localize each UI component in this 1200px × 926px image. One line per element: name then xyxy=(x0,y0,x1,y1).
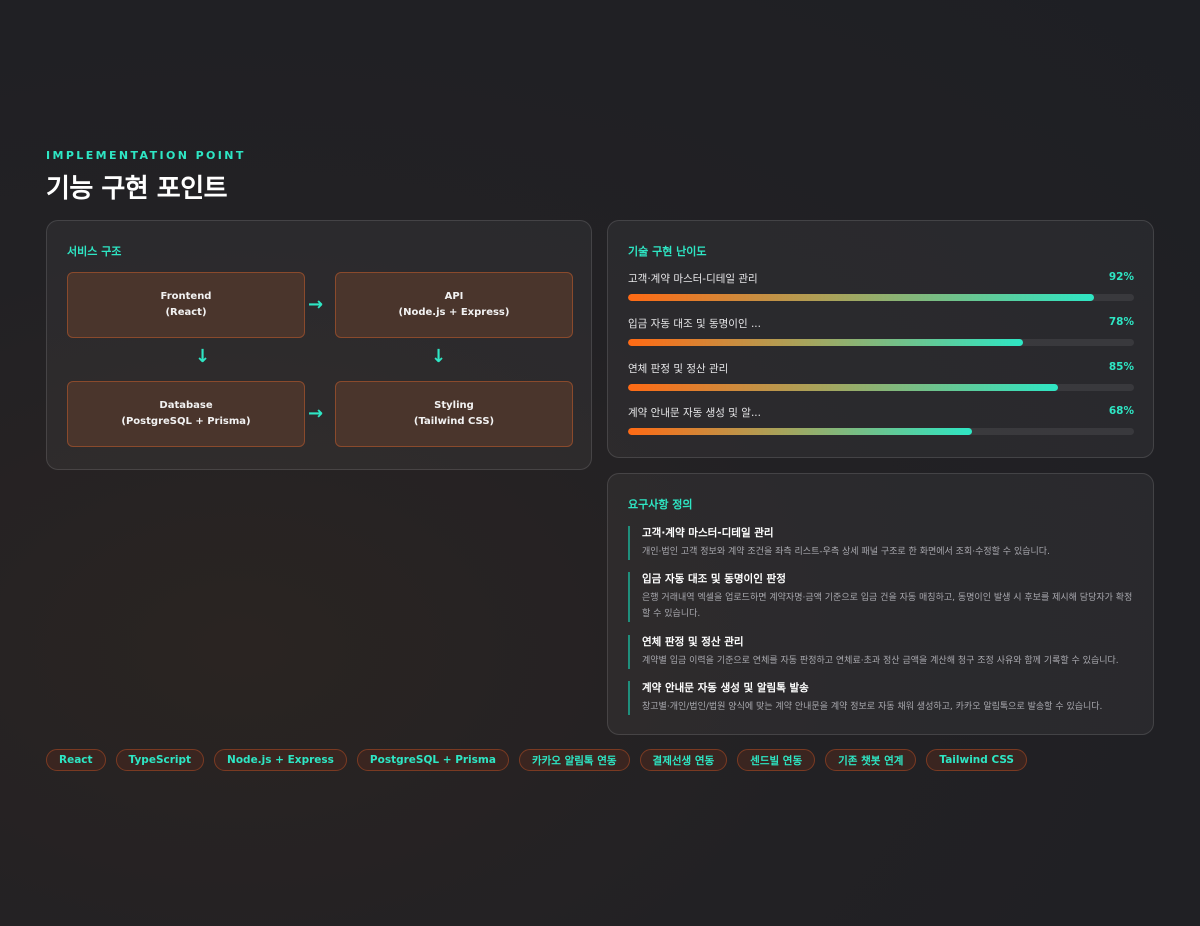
tech-tag: 기존 챗봇 연계 xyxy=(825,749,917,771)
requirement-desc: 계약별 입금 이력을 기준으로 연체를 자동 판정하고 연체료·초과 정산 금액… xyxy=(642,656,1119,666)
requirement-title: 입금 자동 대조 및 동명이인 판정 xyxy=(642,573,786,585)
node-database: Database (PostgreSQL + Prisma) xyxy=(67,381,305,447)
node-styling: Styling (Tailwind CSS) xyxy=(335,381,573,447)
skill-progress-track xyxy=(628,384,1134,391)
requirement-desc: 개인·법인 고객 정보와 계약 조건을 좌측 리스트-우측 상세 패널 구조로 … xyxy=(642,547,1050,557)
requirements-title: 요구사항 정의 xyxy=(628,498,693,511)
skill-label: 고객·계약 마스터-디테일 관리 xyxy=(628,273,758,285)
node-styling-detail: (Tailwind CSS) xyxy=(413,416,495,427)
skill-progress-track xyxy=(628,339,1134,346)
skill-percent: 85% xyxy=(1108,361,1134,373)
skill-label: 계약 안내문 자동 생성 및 알... xyxy=(628,407,761,419)
requirement-item: 입금 자동 대조 및 동명이인 판정 은행 거래내역 엑셀을 업로드하면 계약자… xyxy=(628,572,1134,622)
requirement-title: 고객·계약 마스터-디테일 관리 xyxy=(642,527,774,539)
arrow-right-icon: → xyxy=(308,403,324,424)
requirement-item: 고객·계약 마스터-디테일 관리 개인·법인 고객 정보와 계약 조건을 좌측 … xyxy=(628,526,1134,560)
node-frontend-name: Frontend xyxy=(160,291,212,302)
node-api-detail: (Node.js + Express) xyxy=(398,307,510,318)
tech-tag: React xyxy=(46,749,106,771)
architecture-panel: 서비스 구조 Frontend (React) API (Node.js + E… xyxy=(46,220,592,470)
page-title: 기능 구현 포인트 xyxy=(46,174,228,204)
node-frontend-detail: (React) xyxy=(165,307,207,318)
section-eyebrow: IMPLEMENTATION POINT xyxy=(46,149,246,162)
difficulty-title: 기술 구현 난이도 xyxy=(628,245,707,258)
architecture-title: 서비스 구조 xyxy=(67,245,122,258)
requirement-desc: 창고별·개인/법인/법원 양식에 맞는 계약 안내문을 계약 정보로 자동 채워… xyxy=(642,702,1103,712)
node-styling-name: Styling xyxy=(434,400,474,411)
tech-tag: Node.js + Express xyxy=(214,749,347,771)
node-api-name: API xyxy=(444,291,464,302)
difficulty-panel: 기술 구현 난이도 고객·계약 마스터-디테일 관리 92% 입금 자동 대조 … xyxy=(607,220,1154,458)
arrow-down-icon: ↓ xyxy=(431,346,447,367)
node-database-name: Database xyxy=(159,400,213,411)
skill-label: 연체 판정 및 정산 관리 xyxy=(628,363,729,375)
requirement-item: 계약 안내문 자동 생성 및 알림톡 발송 창고별·개인/법인/법원 양식에 맞… xyxy=(628,681,1134,715)
skill-progress-fill xyxy=(628,339,1023,346)
skill-progress-fill xyxy=(628,294,1094,301)
skill-item: 연체 판정 및 정산 관리 85% xyxy=(628,361,1134,391)
node-database-detail: (PostgreSQL + Prisma) xyxy=(121,416,251,427)
tech-tag: 결제선생 연동 xyxy=(639,749,728,771)
tech-tag-list: React TypeScript Node.js + Express Postg… xyxy=(46,749,1027,771)
skill-item: 고객·계약 마스터-디테일 관리 92% xyxy=(628,271,1134,301)
node-frontend: Frontend (React) xyxy=(67,272,305,338)
requirements-panel: 요구사항 정의 고객·계약 마스터-디테일 관리 개인·법인 고객 정보와 계약… xyxy=(607,473,1154,735)
tech-tag: TypeScript xyxy=(115,749,205,771)
requirement-title: 연체 판정 및 정산 관리 xyxy=(642,636,744,648)
requirement-item: 연체 판정 및 정산 관리 계약별 입금 이력을 기준으로 연체를 자동 판정하… xyxy=(628,635,1134,669)
requirement-title: 계약 안내문 자동 생성 및 알림톡 발송 xyxy=(642,682,809,694)
tech-tag: Tailwind CSS xyxy=(926,749,1027,771)
skill-progress-fill xyxy=(628,384,1059,391)
skill-percent: 92% xyxy=(1108,271,1134,283)
tech-tag: PostgreSQL + Prisma xyxy=(356,749,509,771)
skill-progress-track xyxy=(628,294,1134,301)
skill-progress-fill xyxy=(628,428,973,435)
skill-percent: 68% xyxy=(1108,405,1134,417)
skill-percent: 78% xyxy=(1108,316,1134,328)
skill-label: 입금 자동 대조 및 동명이인 ... xyxy=(628,318,761,330)
tech-tag: 카카오 알림톡 연동 xyxy=(518,749,630,771)
skill-item: 입금 자동 대조 및 동명이인 ... 78% xyxy=(628,316,1134,346)
skill-item: 계약 안내문 자동 생성 및 알... 68% xyxy=(628,405,1134,435)
node-api: API (Node.js + Express) xyxy=(335,272,573,338)
arrow-down-icon: ↓ xyxy=(195,346,211,367)
arrow-right-icon: → xyxy=(308,294,324,315)
requirement-desc: 은행 거래내역 엑셀을 업로드하면 계약자명·금액 기준으로 입금 건을 자동 … xyxy=(642,593,1133,619)
skill-progress-track xyxy=(628,428,1134,435)
tech-tag: 센드빌 연동 xyxy=(737,749,816,771)
